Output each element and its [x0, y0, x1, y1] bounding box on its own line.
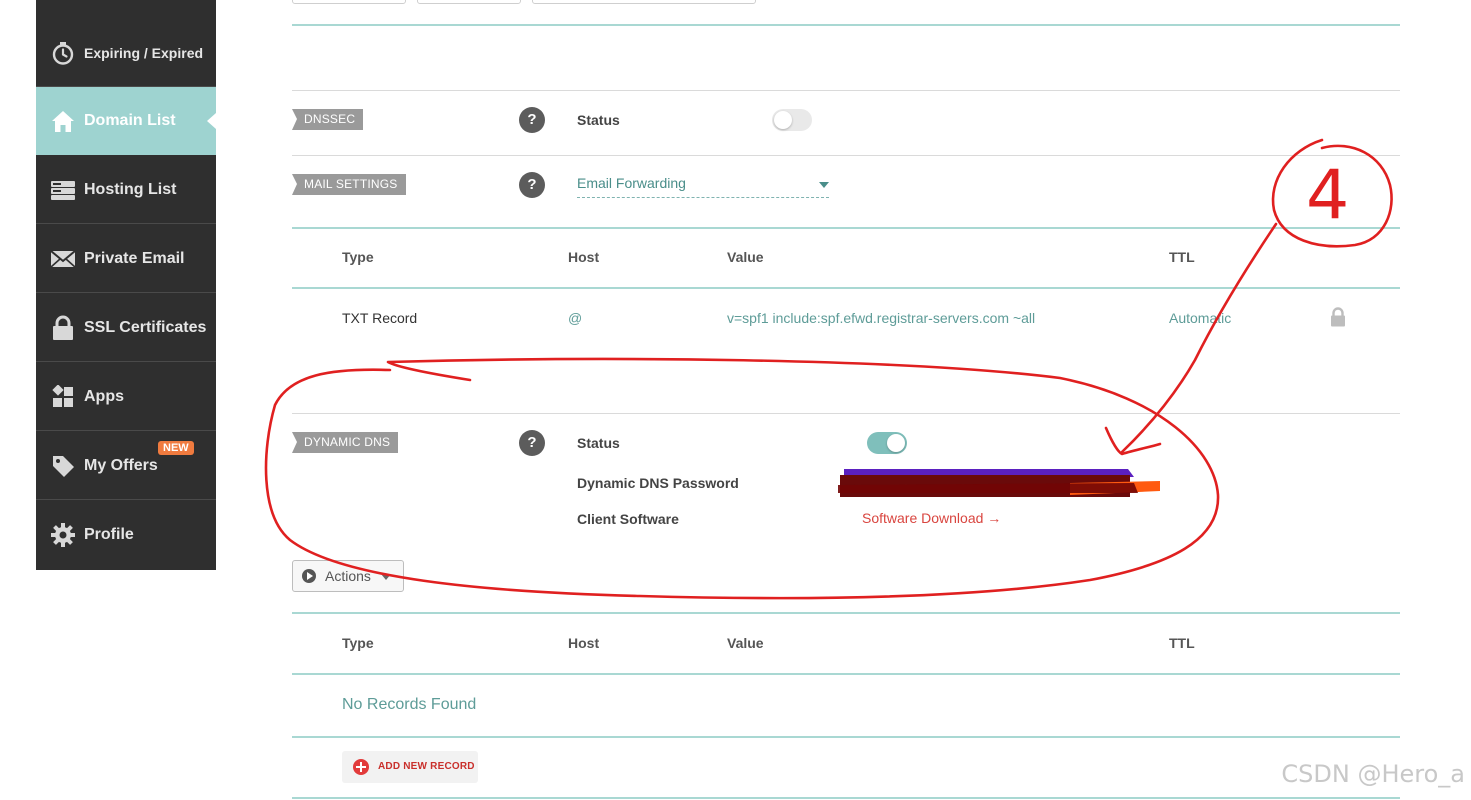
sidebar-item-label: Apps — [84, 387, 124, 405]
envelope-icon — [50, 246, 76, 272]
chevron-down-icon — [381, 574, 391, 580]
record-value: v=spf1 include:spf.efwd.registrar-server… — [727, 310, 1036, 326]
record-ttl: Automatic — [1169, 310, 1232, 326]
server-icon — [50, 177, 76, 203]
column-header-type: Type — [342, 635, 374, 651]
divider — [292, 673, 1400, 675]
dnssec-tag: DNSSEC — [292, 109, 364, 130]
dynamic-dns-toggle[interactable] — [867, 432, 907, 454]
sidebar-item-label: My Offers — [84, 456, 158, 474]
dnssec-status-label: Status — [577, 112, 620, 128]
column-header-type: Type — [342, 249, 374, 265]
divider — [292, 227, 1400, 229]
lock-icon — [50, 315, 76, 341]
dynamic-dns-help-icon[interactable]: ? — [519, 430, 545, 456]
red-annotation-overlay: 4 — [264, 138, 1393, 600]
watermark: CSDN @Hero_a — [1281, 760, 1465, 788]
play-circle-icon — [302, 569, 316, 583]
sidebar-item-label: Domain List — [84, 112, 176, 129]
mail-settings-select[interactable]: Email Forwarding — [577, 175, 829, 198]
dynamic-dns-password-label: Dynamic DNS Password — [577, 475, 739, 491]
apps-grid-icon — [50, 384, 76, 410]
divider — [292, 155, 1400, 156]
sidebar-item-hosting-list[interactable]: Hosting List — [36, 156, 216, 224]
top-control-3[interactable] — [532, 0, 756, 4]
redacted-password-scribble — [838, 469, 1160, 497]
sidebar-item-apps[interactable]: Apps — [36, 363, 216, 431]
actions-button[interactable]: Actions — [292, 560, 404, 592]
divider — [292, 90, 1400, 91]
mail-settings-selected-value: Email Forwarding — [577, 175, 686, 191]
tag-icon — [50, 453, 76, 479]
home-icon — [50, 108, 76, 134]
chevron-down-icon — [819, 182, 829, 188]
sidebar-item-label: Profile — [84, 526, 134, 543]
dynamic-dns-status-label: Status — [577, 435, 620, 451]
top-control-2[interactable] — [417, 0, 521, 4]
add-new-record-label: ADD NEW RECORD — [378, 761, 475, 772]
record-type: TXT Record — [342, 310, 418, 326]
no-records-text: No Records Found — [342, 696, 477, 713]
column-header-host: Host — [568, 635, 600, 651]
column-header-value: Value — [727, 635, 764, 651]
sidebar: Expiring / Expired Domain List Hosting L… — [36, 0, 216, 570]
divider — [292, 287, 1400, 289]
toggle-knob — [774, 111, 792, 129]
sidebar-item-expiring[interactable]: Expiring / Expired — [36, 19, 216, 87]
sidebar-item-private-email[interactable]: Private Email — [36, 225, 216, 293]
client-software-label: Client Software — [577, 511, 679, 527]
column-header-value: Value — [727, 249, 764, 265]
sidebar-item-ssl-certificates[interactable]: SSL Certificates — [36, 294, 216, 362]
gear-icon — [50, 522, 76, 548]
dnssec-help-icon[interactable]: ? — [519, 107, 545, 133]
annotation-number: 4 — [1306, 156, 1349, 235]
divider — [292, 612, 1400, 614]
mail-settings-help-icon[interactable]: ? — [519, 172, 545, 198]
divider — [292, 797, 1400, 799]
software-download-link[interactable]: Software Download → — [862, 510, 1001, 526]
actions-label: Actions — [325, 568, 371, 584]
sidebar-item-profile[interactable]: Profile — [36, 501, 216, 569]
top-control-1[interactable] — [292, 0, 406, 4]
lock-icon — [1330, 307, 1346, 332]
add-new-record-button[interactable]: ADD NEW RECORD — [342, 751, 478, 783]
sidebar-item-my-offers[interactable]: My Offers NEW — [36, 432, 216, 500]
divider — [292, 413, 1400, 414]
sidebar-item-label: SSL Certificates — [84, 318, 207, 336]
dnssec-toggle[interactable] — [772, 109, 812, 131]
sidebar-item-label: Hosting List — [84, 180, 177, 198]
column-header-ttl: TTL — [1169, 249, 1195, 265]
dynamic-dns-tag: DYNAMIC DNS — [292, 432, 399, 453]
record-host: @ — [568, 310, 583, 326]
plus-circle-icon — [353, 759, 369, 775]
mail-settings-tag: MAIL SETTINGS — [292, 174, 406, 195]
column-header-host: Host — [568, 249, 600, 265]
column-header-ttl: TTL — [1169, 635, 1195, 651]
divider — [292, 24, 1400, 26]
sidebar-item-domain-list[interactable]: Domain List — [36, 87, 216, 155]
sidebar-item-label: Private Email — [84, 249, 185, 267]
sidebar-item-label: Expiring / Expired — [84, 44, 204, 61]
new-badge: NEW — [158, 441, 194, 455]
toggle-knob — [887, 434, 905, 452]
stopwatch-icon — [50, 40, 76, 66]
divider — [292, 736, 1400, 738]
